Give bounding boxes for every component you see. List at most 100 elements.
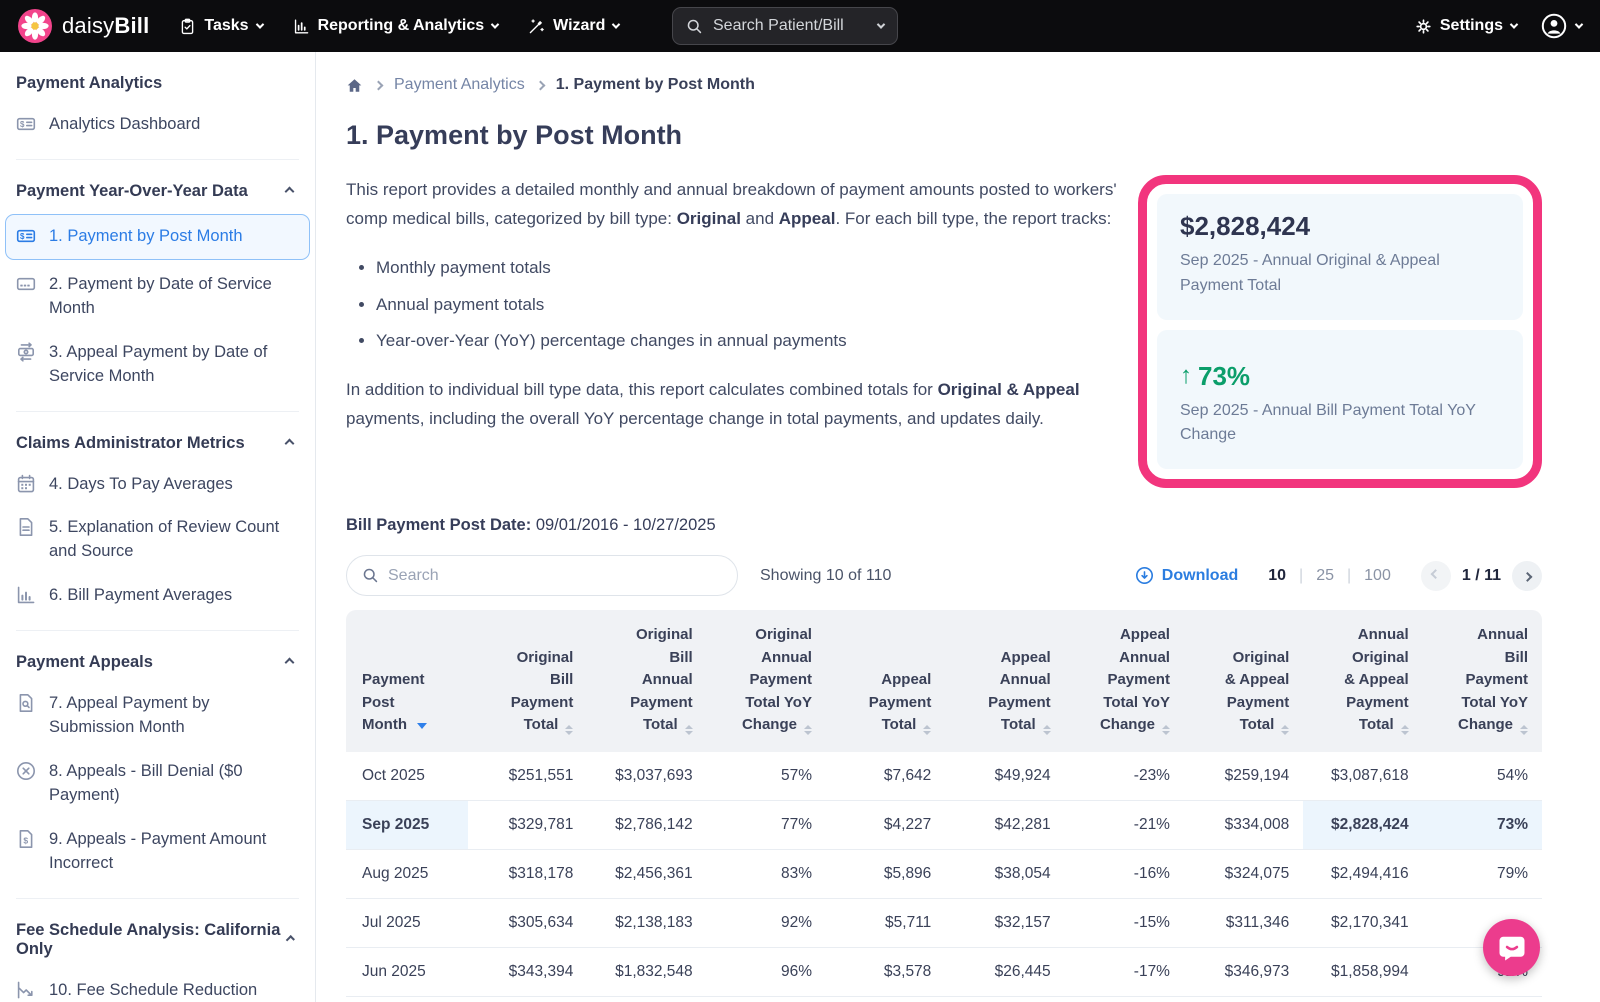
user-menu[interactable] <box>1541 13 1582 39</box>
breadcrumb-link-payment-analytics[interactable]: Payment Analytics <box>394 76 525 94</box>
prev-page-button[interactable] <box>1421 561 1451 591</box>
cell-value: $3,087,618 <box>1303 752 1422 801</box>
column-header-annual-original-appeal-payment-total[interactable]: Annual Original & Appeal Payment Total <box>1303 610 1422 752</box>
sidebar-item-label: 7. Appeal Payment by Submission Month <box>49 692 299 740</box>
user-avatar-icon <box>1541 13 1567 39</box>
sidebar-item-2-payment-by-date-of-service-month[interactable]: 2. Payment by Date of Service Month <box>16 263 299 331</box>
table-toolbar: Showing 10 of 110 Download 10|25|100 1 /… <box>346 555 1542 596</box>
description-bullet: Monthly payment totals <box>376 253 1122 282</box>
sidebar-section-header[interactable]: Payment Year-Over-Year Data <box>16 166 299 211</box>
table-row-jun-2025: Jun 2025$343,394$1,832,54896%$3,578$26,4… <box>346 948 1542 997</box>
gear-icon <box>1415 18 1432 35</box>
cell-value: $7,642 <box>826 752 945 801</box>
svg-text:$: $ <box>20 120 25 129</box>
cell-value: 77% <box>707 801 826 850</box>
home-icon[interactable] <box>346 77 363 94</box>
svg-text:$: $ <box>23 835 28 845</box>
sidebar-item-label: 10. Fee Schedule Reduction <box>49 979 257 1002</box>
sidebar: Payment Analytics$Analytics Dashboard Pay… <box>0 52 316 1002</box>
cell-month: Jul 2025 <box>346 899 468 948</box>
cell-value: $32,157 <box>945 899 1064 948</box>
sort-icon <box>1162 725 1170 735</box>
section-header-label: Payment Appeals <box>16 653 153 672</box>
sidebar-section-payment-analytics: Payment Analytics$Analytics Dashboard <box>16 58 299 160</box>
cell-value: $346,973 <box>1184 948 1303 997</box>
column-header-original-annual-payment-total-yoy-change[interactable]: Original Annual Payment Total YoY Change <box>707 610 826 752</box>
sort-icon <box>1520 725 1528 735</box>
column-header-appeal-payment-total[interactable]: Appeal Payment Total <box>826 610 945 752</box>
brand-logo[interactable]: daisyBill <box>18 9 149 43</box>
sidebar-item-analytics-dashboard[interactable]: $Analytics Dashboard <box>16 103 299 147</box>
cell-value: 54% <box>1423 752 1542 801</box>
sidebar-item-10-fee-schedule-reduction[interactable]: 10. Fee Schedule Reduction <box>16 969 299 1002</box>
circle-x-icon <box>16 761 36 781</box>
sidebar-section-header[interactable]: Payment Appeals <box>16 637 299 682</box>
table-search <box>346 555 738 596</box>
page-size-10[interactable]: 10 <box>1268 567 1286 585</box>
stat-card-yoy-change: ↑ 73% Sep 2025 - Annual Bill Payment Tot… <box>1157 330 1523 470</box>
sidebar-section-claims-administrator-metrics: Claims Administrator Metrics 4. Days To P… <box>16 418 299 632</box>
sidebar-item-8-appeals-bill-denial-0-payment[interactable]: 8. Appeals - Bill Denial ($0 Payment) <box>16 750 299 818</box>
sidebar-item-6-bill-payment-averages[interactable]: 6. Bill Payment Averages <box>16 574 299 618</box>
sort-icon <box>923 725 931 735</box>
settings-menu[interactable]: Settings <box>1415 17 1517 35</box>
sidebar-item-1-payment-by-post-month[interactable]: $1. Payment by Post Month <box>5 214 310 260</box>
pagination: 1 / 11 <box>1421 561 1542 591</box>
column-header-payment-post-month[interactable]: Payment Post Month <box>346 610 468 752</box>
table-row-sep-2025: Sep 2025$329,781$2,786,14277%$4,227$42,2… <box>346 801 1542 850</box>
description-bullet: Annual payment totals <box>376 290 1122 319</box>
sidebar-section-header[interactable]: Fee Schedule Analysis: California Only <box>16 905 299 969</box>
nav-menu-tasks[interactable]: Tasks <box>179 17 262 35</box>
column-header-original-bill-payment-total[interactable]: Original Bill Payment Total <box>468 610 587 752</box>
chevron-down-icon <box>612 20 620 28</box>
cell-value: $305,634 <box>468 899 587 948</box>
next-page-button[interactable] <box>1512 561 1542 591</box>
column-header-appeal-annual-payment-total[interactable]: Appeal Annual Payment Total <box>945 610 1064 752</box>
sort-icon <box>1043 725 1051 735</box>
cell-value: $2,456,361 <box>587 850 706 899</box>
cell-value: $259,194 <box>1184 752 1303 801</box>
page-indicator: 1 / 11 <box>1462 567 1501 585</box>
chart-down-icon <box>16 980 36 1000</box>
sidebar-section-payment-appeals: Payment Appeals 7. Appeal Payment by Subm… <box>16 637 299 899</box>
cell-value: $3,578 <box>826 948 945 997</box>
cell-value: $334,008 <box>1184 801 1303 850</box>
sidebar-item-4-days-to-pay-averages[interactable]: 4. Days To Pay Averages <box>16 463 299 507</box>
sidebar-item-label: 4. Days To Pay Averages <box>49 473 233 497</box>
cell-value: -15% <box>1065 899 1184 948</box>
cell-month: Jun 2025 <box>346 948 468 997</box>
column-header-original-appeal-payment-total[interactable]: Original & Appeal Payment Total <box>1184 610 1303 752</box>
money-bill-transfer-icon <box>16 342 36 362</box>
page-size-25[interactable]: 25 <box>1316 567 1334 585</box>
download-button[interactable]: Download <box>1135 566 1238 585</box>
column-header-appeal-annual-payment-total-yoy-change[interactable]: Appeal Annual Payment Total YoY Change <box>1065 610 1184 752</box>
nav-menu-reporting-analytics[interactable]: Reporting & Analytics <box>293 17 499 35</box>
chat-widget-button[interactable] <box>1483 919 1540 976</box>
sidebar-item-9-appeals-payment-amount-incorrect[interactable]: $9. Appeals - Payment Amount Incorrect <box>16 818 299 886</box>
cell-month: Aug 2025 <box>346 850 468 899</box>
column-header-annual-bill-payment-total-yoy-change[interactable]: Annual Bill Payment Total YoY Change <box>1423 610 1542 752</box>
description-paragraph: This report provides a detailed monthly … <box>346 175 1122 233</box>
page-size-100[interactable]: 100 <box>1364 567 1391 585</box>
stat-value: $2,828,424 <box>1180 211 1500 242</box>
sidebar-item-3-appeal-payment-by-date-of-service-month[interactable]: 3. Appeal Payment by Date of Service Mon… <box>16 331 299 399</box>
chevron-down-icon <box>1575 20 1583 28</box>
search-label: Search Patient/Bill <box>713 17 844 35</box>
sidebar-item-7-appeal-payment-by-submission-month[interactable]: 7. Appeal Payment by Submission Month <box>16 682 299 750</box>
cell-value: 96% <box>707 948 826 997</box>
cell-value: $42,281 <box>945 801 1064 850</box>
table-row-jul-2025: Jul 2025$305,634$2,138,18392%$5,711$32,1… <box>346 899 1542 948</box>
column-header-original-bill-annual-payment-total[interactable]: Original Bill Annual Payment Total <box>587 610 706 752</box>
sidebar-section-header[interactable]: Claims Administrator Metrics <box>16 418 299 463</box>
sidebar-item-5-explanation-of-review-count-and-source[interactable]: 5. Explanation of Review Count and Sourc… <box>16 506 299 574</box>
cell-value: -17% <box>1065 948 1184 997</box>
cell-value: $318,178 <box>468 850 587 899</box>
cell-value: $2,786,142 <box>587 801 706 850</box>
payments-table-wrap: Payment Post MonthOriginal Bill Payment … <box>346 610 1542 997</box>
nav-menu-wizard[interactable]: Wizard <box>528 17 619 35</box>
cell-value: $311,346 <box>1184 899 1303 948</box>
chat-icon <box>1497 933 1527 963</box>
download-label: Download <box>1162 567 1238 585</box>
patient-bill-search[interactable]: Search Patient/Bill <box>672 7 898 45</box>
search-input[interactable] <box>388 567 722 585</box>
